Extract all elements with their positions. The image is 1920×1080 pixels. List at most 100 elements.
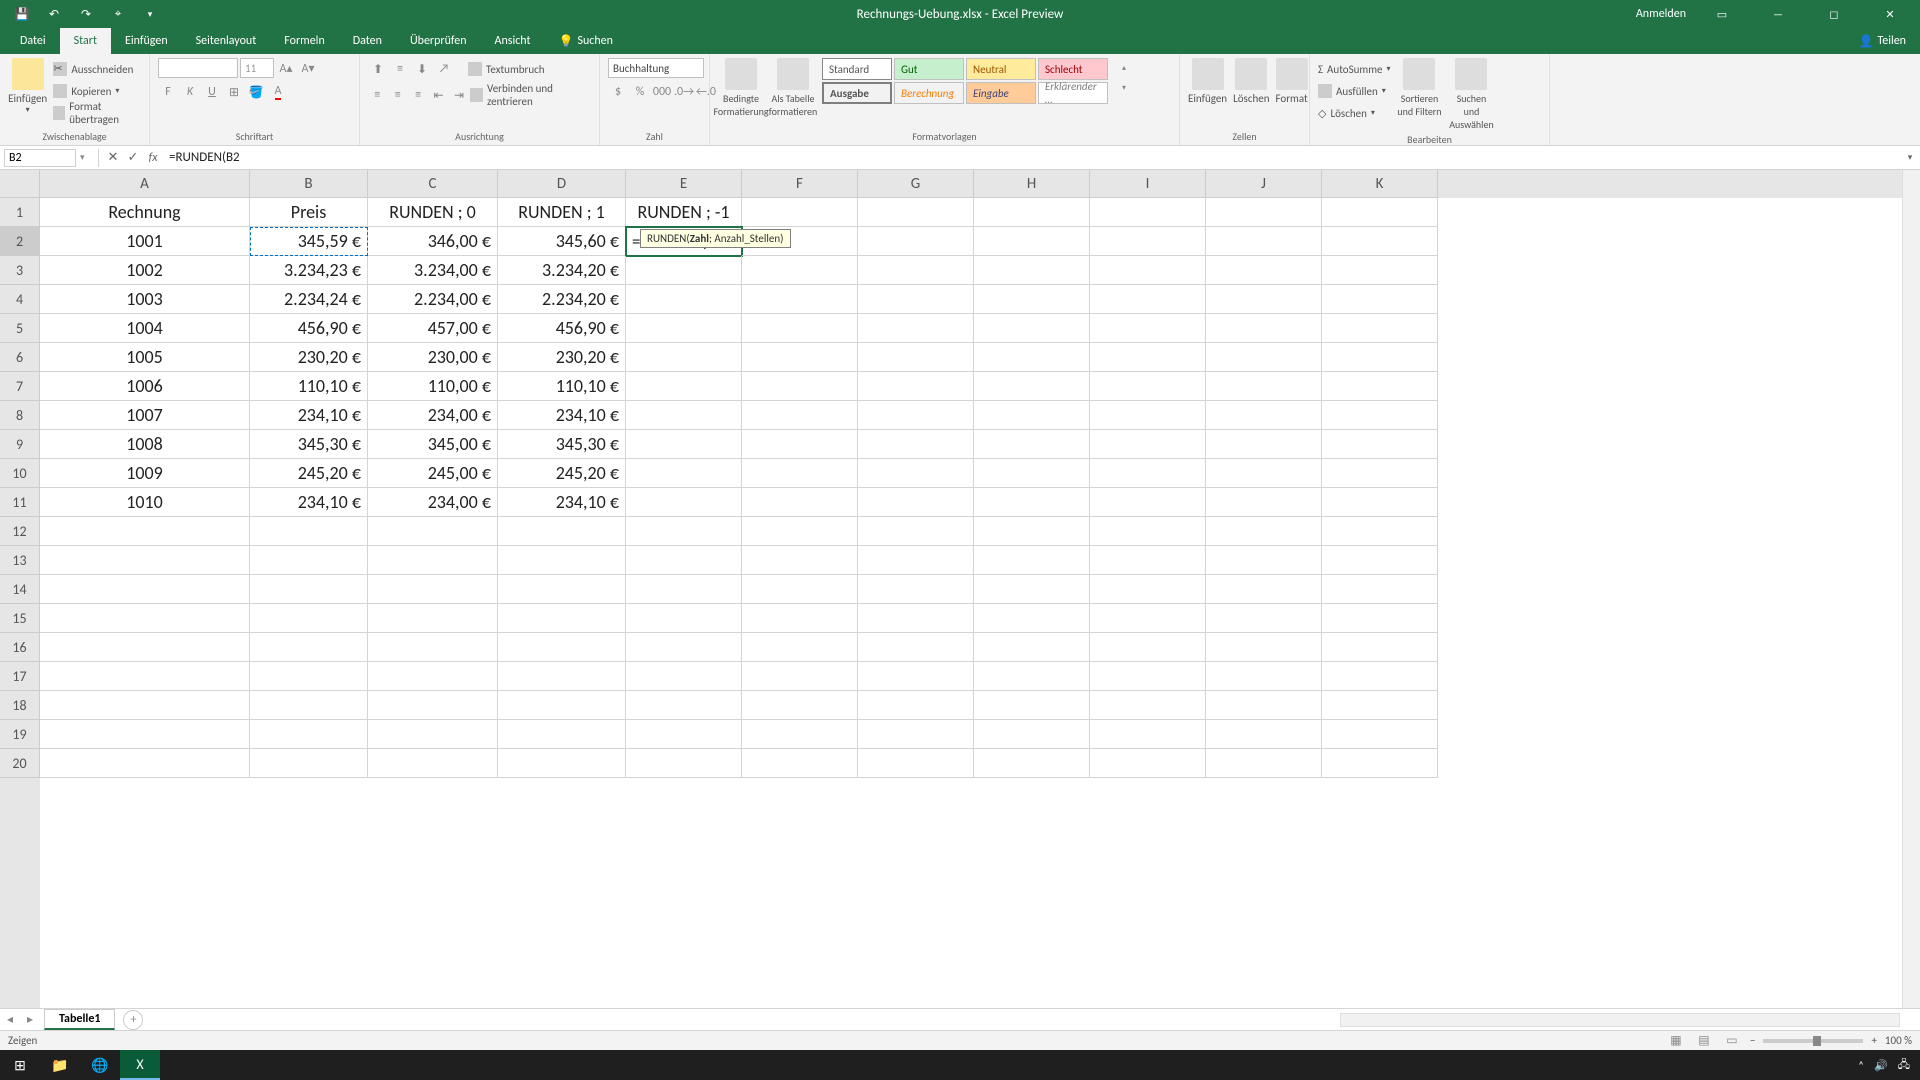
cell[interactable] [250,691,368,720]
cell[interactable] [1206,430,1322,459]
cell[interactable] [974,604,1090,633]
excel-taskbar-icon[interactable]: X [120,1050,160,1080]
cell[interactable] [40,749,250,778]
cell[interactable] [368,517,498,546]
cell[interactable]: 1010 [40,488,250,517]
cell[interactable] [1206,285,1322,314]
vertical-scrollbar[interactable] [1902,170,1920,1008]
cell[interactable] [1322,633,1438,662]
cell[interactable] [1322,227,1438,256]
tab-seitenlayout[interactable]: Seitenlayout [182,28,271,54]
cell[interactable] [974,285,1090,314]
cell[interactable] [626,691,742,720]
cell[interactable] [1090,227,1206,256]
cell[interactable] [1090,575,1206,604]
cell[interactable] [250,546,368,575]
cell[interactable]: Preis [250,198,368,227]
cell[interactable] [1090,517,1206,546]
merge-center-button[interactable]: Verbinden und zentrieren [470,84,591,106]
cell[interactable] [498,633,626,662]
cell[interactable] [626,662,742,691]
share-button[interactable]: Teilen [1877,34,1906,48]
tab-datei[interactable]: Datei [6,28,60,54]
cell[interactable] [40,604,250,633]
style-gut[interactable]: Gut [894,58,964,80]
row-header-12[interactable]: 12 [0,517,40,546]
number-format-select[interactable] [608,58,704,78]
delete-cells-button[interactable]: Löschen [1233,58,1269,105]
cell[interactable] [858,401,974,430]
cell[interactable] [1090,749,1206,778]
cell[interactable] [858,488,974,517]
cell[interactable]: 3.234,20 € [498,256,626,285]
style-erklar[interactable]: Erklärender … [1038,82,1108,104]
cell[interactable]: 1001 [40,227,250,256]
touch-mode-icon[interactable]: ⌖ [106,4,130,24]
cell[interactable] [742,720,858,749]
tab-ueberpruefen[interactable]: Überprüfen [396,28,481,54]
font-size-select[interactable] [240,58,274,78]
increase-decimal-icon[interactable]: .0→ [674,82,694,102]
row-header-4[interactable]: 4 [0,285,40,314]
cell[interactable] [974,372,1090,401]
network-icon[interactable]: 🖧 [1898,1056,1910,1075]
cell[interactable] [1206,401,1322,430]
cell[interactable] [626,604,742,633]
cell[interactable] [1322,517,1438,546]
cell[interactable] [498,575,626,604]
cell[interactable] [40,662,250,691]
cell[interactable] [1206,343,1322,372]
cell[interactable] [858,720,974,749]
cell[interactable] [858,343,974,372]
file-explorer-icon[interactable]: 📁 [40,1050,80,1080]
cell[interactable] [974,314,1090,343]
cell[interactable] [1090,633,1206,662]
cell[interactable] [40,691,250,720]
cell[interactable]: 457,00 € [368,314,498,343]
view-page-break-icon[interactable]: ▭ [1722,1031,1742,1051]
cell[interactable] [742,604,858,633]
cell[interactable]: 110,00 € [368,372,498,401]
cell[interactable] [974,691,1090,720]
cell[interactable] [1206,256,1322,285]
row-header-9[interactable]: 9 [0,430,40,459]
cell[interactable] [742,285,858,314]
cell[interactable] [1206,372,1322,401]
cut-button[interactable]: ✂Ausschneiden [53,58,141,80]
cell[interactable] [368,662,498,691]
autosum-button[interactable]: Σ AutoSumme ▾ [1318,58,1390,80]
format-as-table-button[interactable]: Als Tabelle formatieren [770,58,816,118]
sheet-tab-1[interactable]: Tabelle1 [44,1009,115,1030]
maximize-button[interactable]: ◻ [1814,0,1854,28]
cell[interactable] [1206,633,1322,662]
cell[interactable] [250,662,368,691]
style-ausgabe[interactable]: Ausgabe [822,82,892,104]
cell[interactable] [626,517,742,546]
cell[interactable] [974,227,1090,256]
minimize-button[interactable]: — [1758,0,1798,28]
cell[interactable] [1090,401,1206,430]
tab-daten[interactable]: Daten [339,28,396,54]
cell[interactable] [974,401,1090,430]
cell[interactable] [1090,372,1206,401]
cell[interactable] [1206,459,1322,488]
cell[interactable] [1206,720,1322,749]
cell[interactable]: 1004 [40,314,250,343]
cell[interactable] [858,459,974,488]
cell[interactable] [858,749,974,778]
cell[interactable] [1090,198,1206,227]
cell[interactable] [250,633,368,662]
align-middle-icon[interactable]: ≡ [390,59,410,79]
col-header-C[interactable]: C [368,170,498,198]
cell[interactable] [368,691,498,720]
cell[interactable] [250,575,368,604]
cell[interactable]: 345,60 € [498,227,626,256]
align-top-icon[interactable]: ⬆ [368,59,388,79]
tab-formeln[interactable]: Formeln [270,28,338,54]
cell[interactable] [368,575,498,604]
cell[interactable]: 345,00 € [368,430,498,459]
cell[interactable]: 230,00 € [368,343,498,372]
cell[interactable]: 1005 [40,343,250,372]
cell[interactable] [1322,343,1438,372]
cell[interactable] [742,314,858,343]
